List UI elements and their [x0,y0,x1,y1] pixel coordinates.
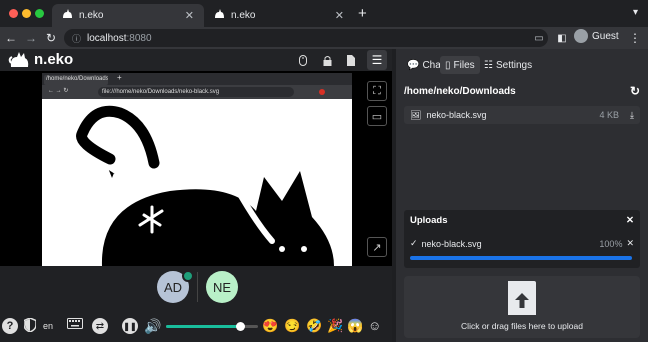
app-logo: n.eko [8,51,73,68]
emoji-scream[interactable]: 😱 [347,318,363,334]
close-uploads-icon[interactable]: ✕ [626,215,634,226]
remote-address-text: file:///home/neko/Downloads/neko-black.s… [98,87,294,97]
neko-favicon-icon [214,9,225,22]
emoji-party[interactable]: 🎉 [327,318,343,334]
pause-icon[interactable]: ❚❚ [122,318,138,334]
close-tab-icon[interactable]: ✕ [335,9,344,22]
volume-handle[interactable] [235,322,245,331]
remote-extension-icon [319,89,325,95]
forward-icon[interactable]: → [22,27,40,49]
emoji-picker-icon[interactable]: ☺ [368,318,381,333]
remote-browser-view[interactable]: /home/neko/Downloads/neko-black.svg + ← … [42,73,352,266]
info-icon[interactable]: ⓘ [72,32,81,45]
refresh-icon[interactable]: ↻ [630,84,640,98]
sidepanel-icon[interactable]: ◧ [553,27,571,49]
volume-icon[interactable]: 🔊 [144,318,161,335]
neko-logo-icon [8,52,29,67]
cancel-upload-icon[interactable]: ✕ [626,238,634,249]
help-icon[interactable]: ? [2,318,18,334]
logo-text: n.eko [34,51,74,68]
address-host: localhost [87,32,127,44]
tab-settings[interactable]: ☷ Settings [479,56,537,74]
files-path-row: /home/neko/Downloads ↻ [404,82,640,100]
admin-badge-icon [182,270,194,282]
member-initials: AD [163,279,183,295]
volume-fill [166,325,240,328]
profile-label: Guest [592,30,619,42]
browser-tab-1[interactable]: n.eko ✕ [52,4,204,27]
image-file-icon: 🖼 [410,109,422,120]
browser-tab-2[interactable]: n.eko ✕ [204,4,354,27]
emoji-rofl[interactable]: 🤣 [306,318,322,334]
mouse-icon[interactable] [295,52,311,68]
cast-icon[interactable]: ▭ [530,27,548,49]
external-link-icon[interactable]: ↗ [367,237,387,257]
minimize-window-button[interactable] [22,9,31,18]
current-path: /home/neko/Downloads [404,85,516,97]
dropzone-text: Click or drag files here to upload [461,321,583,331]
member-list [0,266,392,310]
address-port: :8080 [126,32,152,44]
remote-new-tab-icon: + [117,73,122,82]
keyboard-icon[interactable] [67,318,83,329]
reload-icon[interactable]: ↻ [42,27,60,49]
avatar [574,29,588,43]
download-icon[interactable]: ⤓ [630,110,634,121]
remote-tab-strip: /home/neko/Downloads/neko-black.svg + [42,73,352,85]
check-icon: ✓ [410,238,418,248]
lock-icon[interactable] [319,52,335,68]
file-upload-icon [508,281,536,315]
tab-label: Files [453,59,475,71]
chat-icon: 💬 [407,59,420,71]
back-icon[interactable]: ← [2,27,20,49]
chevron-down-icon[interactable]: ▾ [633,7,638,18]
screen-icon[interactable]: ▭ [367,106,387,126]
sliders-icon: ☷ [484,59,493,71]
neko-favicon-icon [62,9,73,22]
file-item[interactable]: 🖼 neko-black.svg 4 KB ⤓ [404,106,640,124]
document-icon[interactable] [343,52,359,68]
member-avatar-ne[interactable]: NE [206,271,238,303]
kebab-menu-icon[interactable]: ⋮ [626,27,644,49]
upload-file-name: neko-black.svg [421,238,482,249]
fullscreen-icon[interactable]: ⛶ [367,81,387,101]
tab-title: n.eko [231,10,256,21]
file-size: 4 KB [599,110,620,120]
new-tab-button[interactable]: + [358,5,367,22]
uploads-title: Uploads [410,215,448,226]
close-tab-icon[interactable]: ✕ [185,9,194,22]
file-name: neko-black.svg [426,110,487,120]
emoji-smirk[interactable]: 😏 [284,318,300,334]
maximize-window-button[interactable] [35,9,44,18]
remote-nav-icons: ← → ↻ [48,88,69,94]
emoji-heart-eyes[interactable]: 😍 [262,318,278,334]
files-icon: ▯ [445,59,451,71]
member-initials: NE [212,279,232,295]
close-window-button[interactable] [9,9,18,18]
upload-progress-fill [410,256,632,260]
neko-cat-illustration [76,105,334,266]
upload-progress-text: 100% [599,238,623,249]
tab-title: n.eko [79,10,104,21]
upload-item: ✓ neko-black.svg 100% ✕ [410,238,634,249]
tab-files[interactable]: ▯ Files [440,56,480,74]
shield-icon[interactable] [24,318,36,332]
language-select[interactable]: en [43,318,53,334]
tab-label: Settings [495,59,533,71]
address-input[interactable]: ⓘ localhost:8080 [64,29,548,47]
control-request-icon[interactable]: ⇄ [92,318,108,334]
member-divider [197,272,198,302]
uploads-header: Uploads ✕ [410,215,634,226]
remote-tab-title: /home/neko/Downloads/neko-black.svg [44,75,108,85]
hamburger-icon[interactable]: ☰ [367,50,387,70]
profile-button[interactable]: Guest [574,29,619,43]
remote-address-bar: ← → ↻ file:///home/neko/Downloads/neko-b… [42,85,352,99]
upload-progress-bar [410,256,632,260]
